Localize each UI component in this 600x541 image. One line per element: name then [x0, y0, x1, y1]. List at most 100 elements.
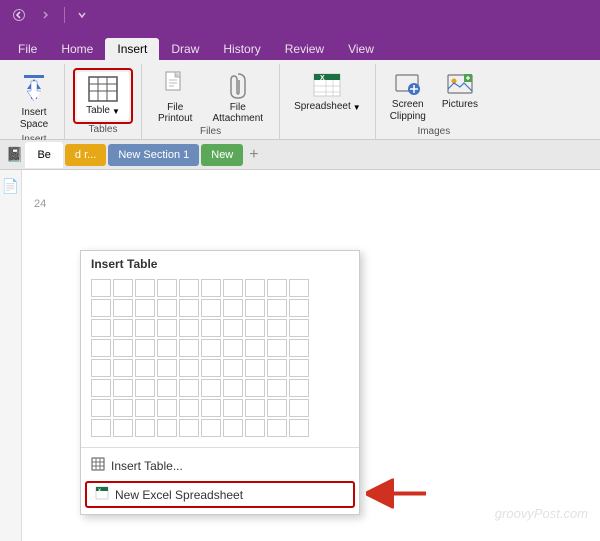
grid-cell[interactable] — [157, 319, 177, 337]
grid-cell[interactable] — [179, 339, 199, 357]
grid-cell[interactable] — [201, 319, 221, 337]
tab-view[interactable]: View — [336, 38, 386, 60]
grid-cell[interactable] — [267, 279, 287, 297]
grid-cell[interactable] — [289, 339, 309, 357]
grid-cell[interactable] — [289, 299, 309, 317]
grid-cell[interactable] — [245, 399, 265, 417]
grid-row-4[interactable] — [91, 339, 349, 357]
grid-cell[interactable] — [201, 379, 221, 397]
grid-row-6[interactable] — [91, 379, 349, 397]
tab-insert[interactable]: Insert — [105, 38, 159, 60]
grid-cell[interactable] — [91, 279, 111, 297]
tab-section-blue[interactable]: New Section 1 — [108, 144, 199, 166]
spreadsheet-button[interactable]: X Spreadsheet ▼ — [288, 68, 367, 116]
grid-cell[interactable] — [223, 399, 243, 417]
grid-cell[interactable] — [113, 319, 133, 337]
grid-cell[interactable] — [267, 419, 287, 437]
grid-cell[interactable] — [289, 379, 309, 397]
grid-cell[interactable] — [113, 379, 133, 397]
grid-cell[interactable] — [201, 419, 221, 437]
grid-cell[interactable] — [91, 339, 111, 357]
grid-cell[interactable] — [289, 279, 309, 297]
tab-file[interactable]: File — [6, 38, 49, 60]
grid-cell[interactable] — [157, 299, 177, 317]
tab-draw[interactable]: Draw — [159, 38, 211, 60]
notebook-icon[interactable]: 📓 — [6, 146, 23, 163]
back-button[interactable] — [8, 4, 30, 26]
tabs-more-button[interactable]: + — [245, 146, 262, 164]
grid-cell[interactable] — [135, 299, 155, 317]
grid-cell[interactable] — [289, 399, 309, 417]
grid-row-1[interactable] — [91, 279, 349, 297]
navigation-arrows[interactable] — [8, 4, 91, 26]
grid-cell[interactable] — [91, 399, 111, 417]
pictures-button[interactable]: Pictures — [436, 68, 484, 114]
grid-cell[interactable] — [245, 319, 265, 337]
grid-cell[interactable] — [113, 399, 133, 417]
grid-cell[interactable] — [179, 379, 199, 397]
grid-row-7[interactable] — [91, 399, 349, 417]
grid-cell[interactable] — [91, 379, 111, 397]
grid-cell[interactable] — [223, 339, 243, 357]
grid-cell[interactable] — [245, 379, 265, 397]
grid-cell[interactable] — [91, 319, 111, 337]
file-attachment-button[interactable]: File Attachment — [204, 68, 271, 126]
grid-cell[interactable] — [289, 359, 309, 377]
tab-history[interactable]: History — [211, 38, 272, 60]
grid-cell[interactable] — [223, 359, 243, 377]
grid-cell[interactable] — [157, 379, 177, 397]
grid-cell[interactable] — [113, 359, 133, 377]
grid-cell[interactable] — [223, 279, 243, 297]
grid-cell[interactable] — [245, 419, 265, 437]
grid-cell[interactable] — [91, 359, 111, 377]
forward-button[interactable] — [34, 4, 56, 26]
grid-cell[interactable] — [267, 399, 287, 417]
grid-row-2[interactable] — [91, 299, 349, 317]
grid-cell[interactable] — [91, 419, 111, 437]
grid-cell[interactable] — [113, 299, 133, 317]
grid-cell[interactable] — [267, 319, 287, 337]
grid-cell[interactable] — [267, 299, 287, 317]
grid-cell[interactable] — [245, 339, 265, 357]
grid-cell[interactable] — [135, 279, 155, 297]
grid-cell[interactable] — [289, 319, 309, 337]
grid-cell[interactable] — [201, 299, 221, 317]
grid-cell[interactable] — [245, 299, 265, 317]
grid-cell[interactable] — [179, 299, 199, 317]
grid-cell[interactable] — [157, 359, 177, 377]
grid-cell[interactable] — [201, 399, 221, 417]
grid-cell[interactable] — [179, 359, 199, 377]
insert-table-menu-item[interactable]: Insert Table... — [81, 452, 359, 479]
table-button[interactable]: Table ▼ — [77, 72, 129, 120]
grid-cell[interactable] — [289, 419, 309, 437]
grid-cell[interactable] — [179, 419, 199, 437]
grid-cell[interactable] — [179, 319, 199, 337]
insert-space-button[interactable]: InsertSpace — [12, 68, 56, 134]
screen-clipping-button[interactable]: ScreenClipping — [384, 68, 432, 126]
grid-cell[interactable] — [135, 339, 155, 357]
grid-cell[interactable] — [179, 279, 199, 297]
grid-cell[interactable] — [135, 379, 155, 397]
grid-row-5[interactable] — [91, 359, 349, 377]
grid-cell[interactable] — [113, 419, 133, 437]
grid-cell[interactable] — [201, 339, 221, 357]
grid-cell[interactable] — [91, 299, 111, 317]
grid-cell[interactable] — [157, 399, 177, 417]
tab-home[interactable]: Home — [49, 38, 105, 60]
grid-row-3[interactable] — [91, 319, 349, 337]
grid-cell[interactable] — [157, 279, 177, 297]
quick-access-dropdown[interactable] — [73, 6, 91, 24]
grid-cell[interactable] — [223, 379, 243, 397]
grid-cell[interactable] — [245, 359, 265, 377]
grid-cell[interactable] — [179, 399, 199, 417]
grid-cell[interactable] — [267, 379, 287, 397]
grid-cell[interactable] — [267, 359, 287, 377]
grid-cell[interactable] — [201, 279, 221, 297]
grid-cell[interactable] — [157, 339, 177, 357]
grid-cell[interactable] — [113, 279, 133, 297]
tab-section-orange[interactable]: d r... — [65, 144, 106, 166]
grid-row-8[interactable] — [91, 419, 349, 437]
tab-notebook-title[interactable]: Be — [25, 142, 62, 168]
grid-cell[interactable] — [245, 279, 265, 297]
tab-section-new[interactable]: New — [201, 144, 243, 166]
